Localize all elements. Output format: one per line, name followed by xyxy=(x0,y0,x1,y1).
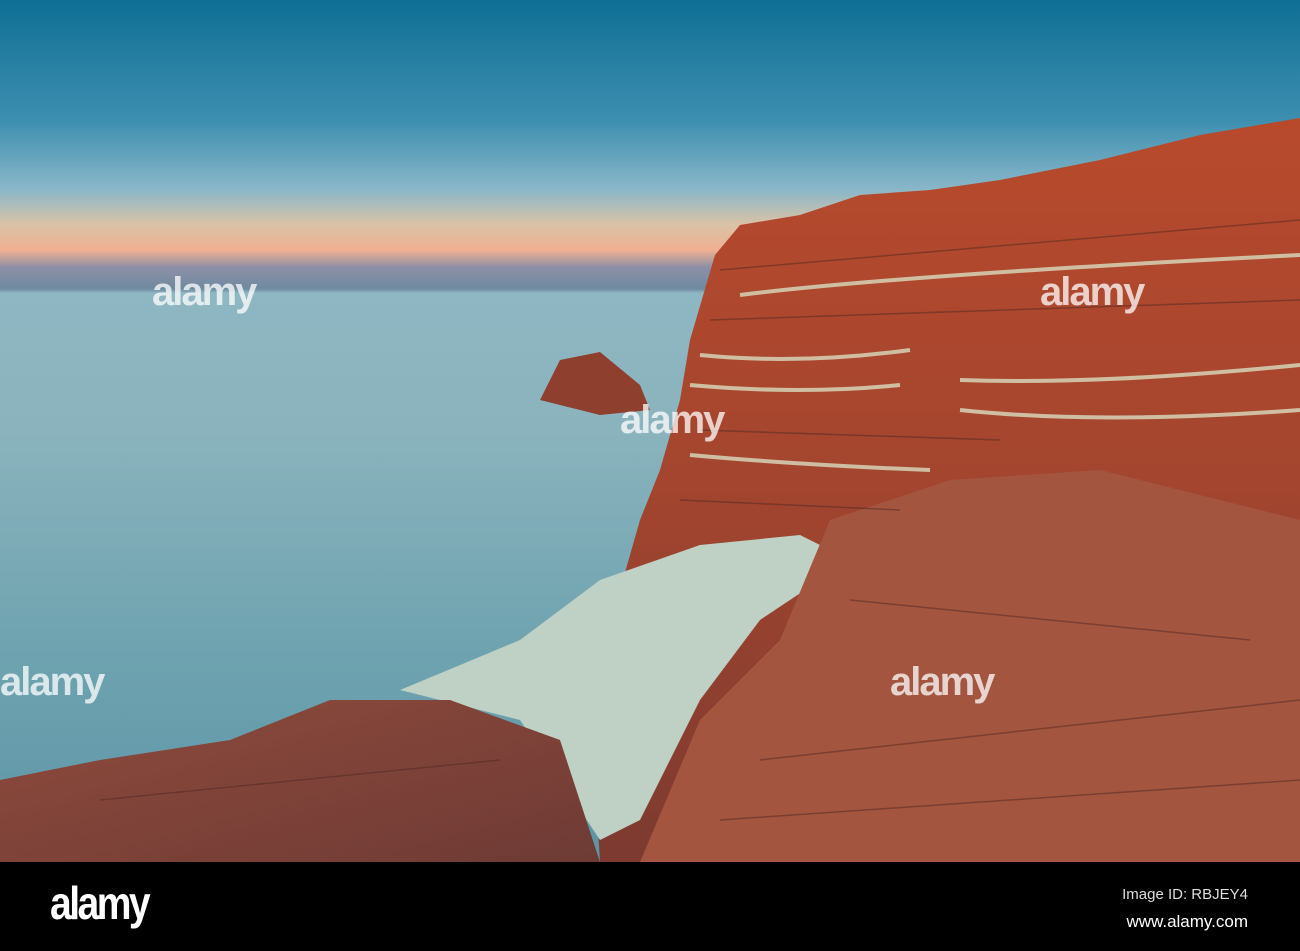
site-url: www.alamy.com xyxy=(1126,912,1248,931)
foreground-rock-left xyxy=(0,700,600,862)
seascape-photo: alamy alamy alamy alamy alamy xyxy=(0,0,1300,862)
image-id: Image ID: RBJEY4 xyxy=(1122,886,1248,903)
watermark: alamy xyxy=(890,660,995,704)
alamy-logo: alamy xyxy=(50,877,151,929)
watermark: alamy xyxy=(152,270,257,314)
footer-bar: alamy Image ID: RBJEY4 www.alamy.com xyxy=(0,862,1300,951)
watermark: alamy xyxy=(0,660,105,704)
watermark: alamy xyxy=(1040,270,1145,314)
watermark: alamy xyxy=(620,398,725,442)
